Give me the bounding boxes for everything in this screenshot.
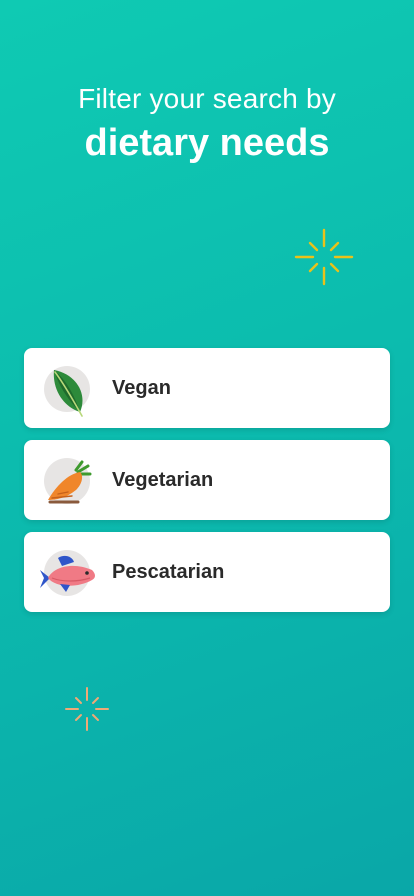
option-vegan[interactable]: Vegan <box>24 348 390 428</box>
option-label: Vegan <box>112 377 171 399</box>
option-label: Vegetarian <box>112 469 214 491</box>
sparkle-icon <box>294 228 354 286</box>
option-label: Pescatarian <box>112 561 225 583</box>
page-title: Filter your search by dietary needs <box>0 82 414 166</box>
sparkle-icon <box>65 687 109 731</box>
title-line-1: Filter your search by <box>78 83 336 114</box>
option-pescatarian[interactable]: Pescatarian <box>24 532 390 612</box>
carrot-icon <box>42 456 92 506</box>
option-vegetarian[interactable]: Vegetarian <box>24 440 390 520</box>
fish-icon <box>40 548 95 598</box>
title-line-2: dietary needs <box>84 122 330 164</box>
leaf-icon <box>42 364 92 417</box>
